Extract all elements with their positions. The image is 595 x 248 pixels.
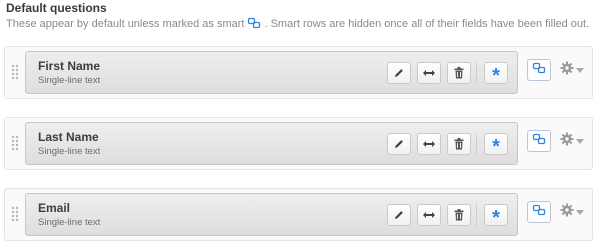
- edit-button[interactable]: [387, 133, 411, 155]
- resize-width-button[interactable]: [417, 62, 441, 84]
- smart-link-icon: [532, 61, 546, 79]
- trash-icon: [454, 209, 464, 221]
- question-panel[interactable]: First Name Single-line text *: [25, 51, 518, 94]
- edit-button[interactable]: [387, 204, 411, 226]
- settings-menu-button[interactable]: [560, 132, 586, 151]
- edit-button[interactable]: [387, 62, 411, 84]
- question-type: Single-line text: [38, 217, 101, 228]
- toolbar-divider: [476, 62, 477, 84]
- drag-handle-icon[interactable]: [11, 135, 19, 151]
- question-type: Single-line text: [38, 146, 101, 157]
- settings-menu-button[interactable]: [560, 61, 586, 80]
- question-row: First Name Single-line text *: [4, 46, 593, 99]
- chevron-down-icon: [576, 67, 584, 73]
- question-row: Email Single-line text *: [4, 188, 593, 241]
- resize-width-button[interactable]: [417, 204, 441, 226]
- section-description: These appear by default unless marked as…: [6, 17, 595, 30]
- gear-icon: [560, 61, 574, 80]
- required-toggle-button[interactable]: *: [484, 204, 508, 229]
- drag-handle-icon[interactable]: [11, 64, 19, 80]
- delete-button[interactable]: [447, 204, 471, 226]
- settings-menu-button[interactable]: [560, 203, 586, 222]
- chevron-down-icon: [576, 138, 584, 144]
- smart-link-icon: [532, 203, 546, 221]
- asterisk-icon: *: [492, 64, 500, 87]
- gear-icon: [560, 203, 574, 222]
- smart-link-icon: [532, 132, 546, 150]
- asterisk-icon: *: [492, 135, 500, 158]
- delete-button[interactable]: [447, 62, 471, 84]
- pencil-icon: [393, 138, 405, 150]
- toolbar-divider: [476, 204, 477, 226]
- trash-icon: [454, 67, 464, 79]
- question-panel[interactable]: Email Single-line text *: [25, 193, 518, 236]
- smart-toggle-button[interactable]: [527, 59, 551, 81]
- smart-toggle-button[interactable]: [527, 130, 551, 152]
- description-text-start: These appear by default unless marked as…: [6, 18, 245, 30]
- delete-button[interactable]: [447, 133, 471, 155]
- pencil-icon: [393, 67, 405, 79]
- description-text-end: . Smart rows are hidden once all of thei…: [264, 18, 590, 30]
- question-panel[interactable]: Last Name Single-line text *: [25, 122, 518, 165]
- required-toggle-button[interactable]: *: [484, 62, 508, 87]
- resize-width-button[interactable]: [417, 133, 441, 155]
- required-toggle-button[interactable]: *: [484, 133, 508, 158]
- asterisk-icon: *: [492, 206, 500, 229]
- question-type: Single-line text: [38, 75, 101, 86]
- section-title: Default questions: [6, 1, 107, 15]
- smart-icon: [247, 17, 261, 29]
- resize-horizontal-icon: [422, 139, 436, 149]
- trash-icon: [454, 138, 464, 150]
- resize-horizontal-icon: [422, 68, 436, 78]
- question-label: Email: [38, 201, 71, 215]
- question-label: First Name: [38, 59, 101, 73]
- gear-icon: [560, 132, 574, 151]
- pencil-icon: [393, 209, 405, 221]
- question-label: Last Name: [38, 130, 99, 144]
- drag-handle-icon[interactable]: [11, 206, 19, 222]
- toolbar-divider: [476, 133, 477, 155]
- chevron-down-icon: [576, 209, 584, 215]
- smart-toggle-button[interactable]: [527, 201, 551, 223]
- resize-horizontal-icon: [422, 210, 436, 220]
- question-row: Last Name Single-line text *: [4, 117, 593, 170]
